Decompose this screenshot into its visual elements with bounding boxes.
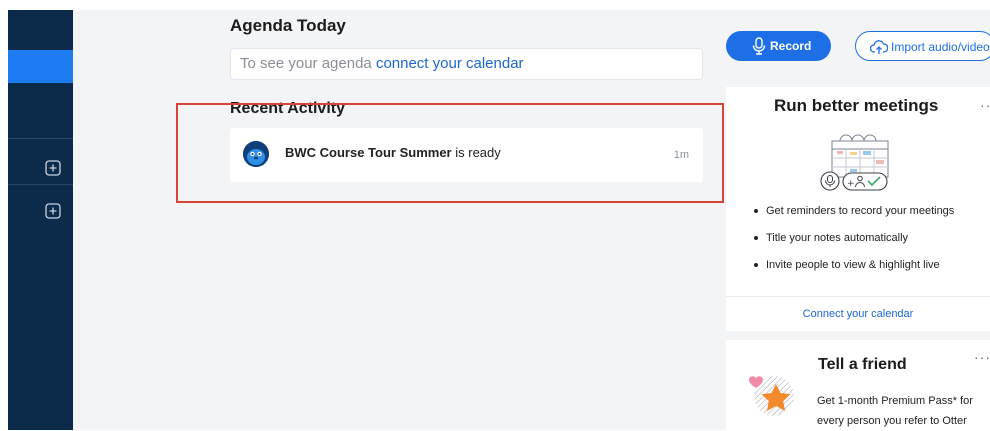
list-item: Get reminders to record your meetings: [754, 205, 954, 232]
sidebar-divider: [8, 184, 73, 185]
sidebar-active-item[interactable]: [8, 50, 73, 83]
sidebar: [8, 10, 73, 430]
add-square-icon[interactable]: [45, 203, 61, 219]
record-button[interactable]: Record: [726, 31, 831, 61]
agenda-box: To see your agenda connect your calendar: [230, 48, 703, 80]
record-label: Record: [770, 39, 812, 53]
cloud-upload-icon: [870, 40, 888, 54]
microphone-icon: [752, 37, 766, 55]
friend-card-description: Get 1-month Premium Pass* for every pers…: [817, 395, 973, 427]
meetings-benefits-list: Get reminders to record your meetings Ti…: [754, 205, 954, 286]
friend-card-title: Tell a friend: [818, 356, 907, 373]
tell-a-friend-card: Tell a friend ··· Get 1-month Premium Pa…: [726, 340, 990, 430]
star-heart-illustration-icon: [749, 376, 794, 416]
add-square-icon[interactable]: [45, 160, 61, 176]
run-better-meetings-card: Run better meetings ·· + Get reminders t…: [726, 87, 990, 331]
svg-text:+: +: [847, 179, 855, 189]
sidebar-divider: [8, 138, 73, 139]
import-label: Import audio/video: [891, 40, 990, 54]
import-button[interactable]: Import audio/video: [855, 31, 990, 61]
calendar-illustration-icon: +: [820, 134, 889, 191]
meetings-card-title: Run better meetings: [774, 96, 939, 115]
agenda-title: Agenda Today: [230, 16, 346, 35]
connect-calendar-button[interactable]: Connect your calendar: [726, 308, 990, 320]
top-strip: [0, 0, 990, 10]
connect-calendar-link[interactable]: connect your calendar: [376, 55, 524, 72]
more-options-icon[interactable]: ···: [974, 349, 990, 365]
more-options-icon[interactable]: ··: [980, 97, 990, 113]
list-item: Invite people to view & highlight live: [754, 259, 954, 286]
highlight-frame: [176, 103, 724, 203]
card-divider: [726, 296, 990, 297]
list-item: Title your notes automatically: [754, 232, 954, 259]
agenda-prompt: To see your agenda: [240, 55, 372, 72]
